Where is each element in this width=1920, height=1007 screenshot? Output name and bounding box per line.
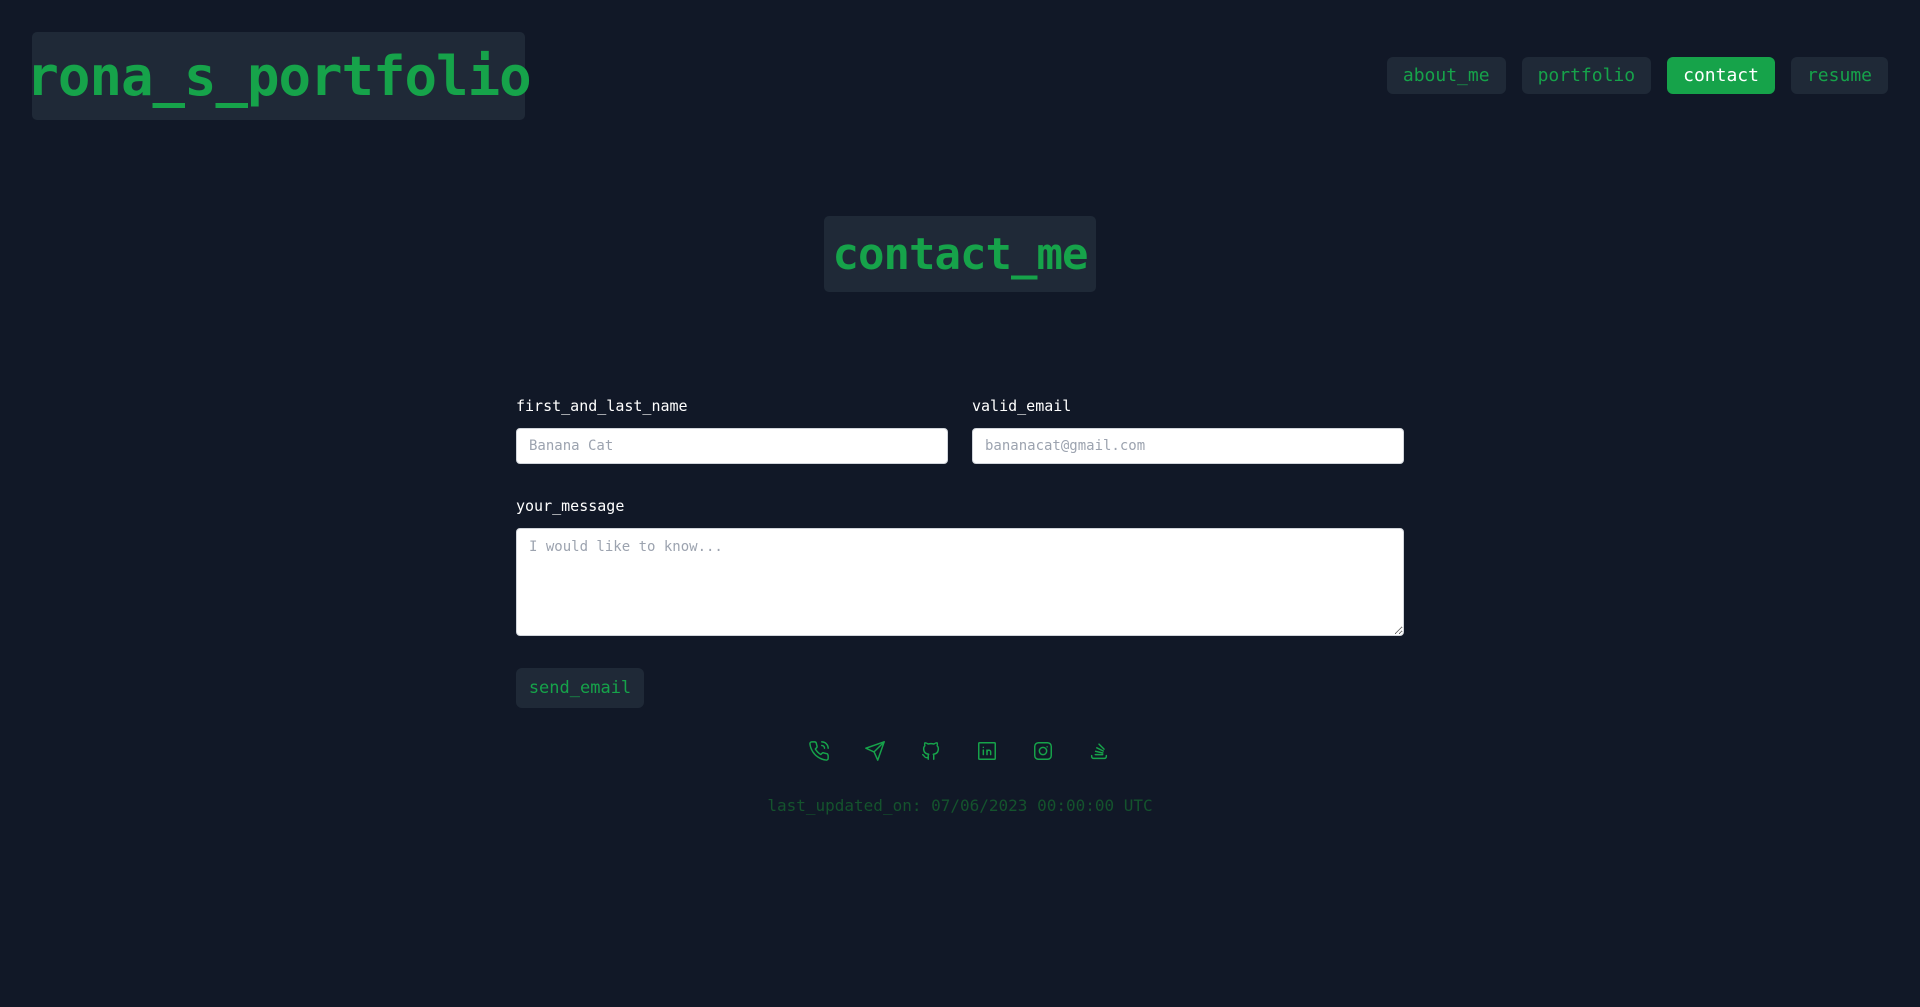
page-title-box: contact_me bbox=[824, 216, 1096, 292]
phone-icon[interactable] bbox=[808, 740, 830, 762]
page: rona_s_portfolio about_me portfolio cont… bbox=[0, 0, 1920, 1007]
message-textarea[interactable] bbox=[516, 528, 1404, 636]
social-links bbox=[808, 740, 1110, 762]
email-label: valid_email bbox=[972, 397, 1072, 415]
instagram-icon[interactable] bbox=[1032, 740, 1054, 762]
linkedin-icon[interactable] bbox=[976, 740, 998, 762]
github-icon[interactable] bbox=[920, 740, 942, 762]
send-icon[interactable] bbox=[864, 740, 886, 762]
main-nav: about_me portfolio contact resume bbox=[1386, 57, 1888, 94]
message-label: your_message bbox=[516, 497, 625, 515]
site-logo-text: rona_s_portfolio bbox=[26, 44, 531, 108]
send-email-button[interactable]: send_email bbox=[516, 668, 644, 708]
last-updated-text: last_updated_on: 07/06/2023 00:00:00 UTC bbox=[767, 796, 1153, 815]
stack-overflow-icon[interactable] bbox=[1088, 740, 1110, 762]
nav-resume[interactable]: resume bbox=[1790, 57, 1888, 94]
nav-contact[interactable]: contact bbox=[1667, 57, 1775, 94]
name-label: first_and_last_name bbox=[516, 397, 688, 415]
nav-portfolio[interactable]: portfolio bbox=[1521, 57, 1652, 94]
nav-about-me[interactable]: about_me bbox=[1386, 57, 1506, 94]
page-title: contact_me bbox=[832, 228, 1089, 280]
name-input[interactable] bbox=[516, 428, 948, 464]
email-input[interactable] bbox=[972, 428, 1404, 464]
site-logo[interactable]: rona_s_portfolio bbox=[26, 32, 532, 120]
